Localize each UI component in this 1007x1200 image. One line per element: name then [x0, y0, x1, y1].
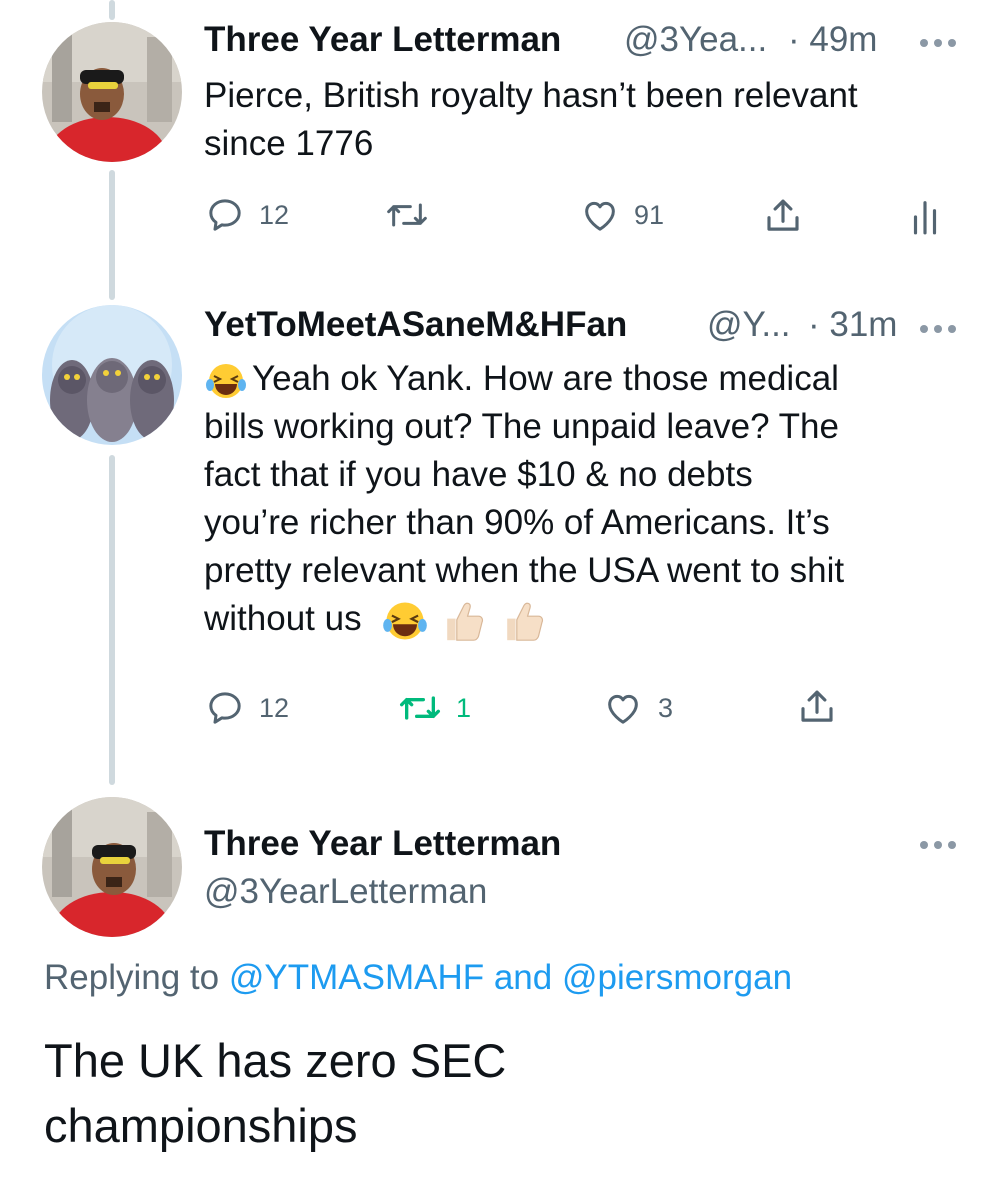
timestamp[interactable]: · 49m — [788, 20, 877, 60]
thread-line — [109, 0, 115, 20]
tweet-text-line: The UK has zero SEC — [44, 1034, 507, 1087]
tweet-text-line: fact that if you have $10 & no debts — [204, 455, 753, 494]
author-handle[interactable]: @3YearLetterman — [204, 872, 487, 912]
like-icon — [585, 201, 615, 231]
tweet-text-line: Yeah ok Yank. How are those medical — [252, 359, 839, 398]
avatar[interactable] — [42, 22, 182, 162]
thread-line — [109, 170, 115, 300]
retweet-button[interactable] — [385, 195, 443, 235]
thumbs-up-emoji — [447, 602, 484, 641]
more-icon[interactable] — [920, 836, 964, 850]
like-count: 3 — [658, 692, 674, 723]
share-button[interactable] — [796, 686, 838, 728]
retweet-icon — [399, 696, 440, 720]
analytics-icon — [913, 201, 937, 235]
reply-icon — [209, 692, 241, 724]
author-handle[interactable]: @3Yea... — [624, 20, 767, 60]
reply-icon — [209, 199, 241, 231]
reply-button[interactable]: 12 — [205, 688, 289, 728]
mention-link[interactable]: @piersmorgan — [562, 958, 792, 997]
replying-to: Replying to @YTMASMAHF and @piersmorgan — [44, 958, 792, 998]
replying-prefix: Replying to — [44, 958, 220, 997]
thumbs-up-emoji — [506, 602, 543, 641]
replying-and[interactable]: and — [494, 958, 552, 997]
author-handle[interactable]: @Y... — [707, 305, 791, 345]
tweet-text-line: since 1776 — [204, 124, 374, 163]
reply-button[interactable]: 12 — [205, 195, 289, 235]
like-count: 91 — [634, 199, 665, 230]
author-name[interactable]: YetToMeetASaneM&HFan — [204, 305, 627, 345]
tweet-text: The UK has zero SEC championships — [44, 1028, 506, 1158]
tweet-text-line: championships — [44, 1099, 358, 1152]
retweet-icon — [387, 203, 427, 227]
tweet-text: Yeah ok Yank. How are those medical bill… — [204, 355, 844, 645]
reply-count: 12 — [259, 692, 290, 723]
laughing-emoji — [383, 602, 428, 640]
more-icon[interactable] — [920, 320, 964, 334]
timestamp[interactable]: · 31m — [808, 305, 897, 345]
author-name[interactable]: Three Year Letterman — [204, 20, 561, 60]
tweet-text-line: without us — [204, 599, 362, 638]
laughing-emoji — [206, 363, 246, 398]
analytics-button[interactable] — [910, 198, 940, 236]
more-icon[interactable] — [920, 34, 964, 48]
mention-link[interactable]: @YTMASMAHF — [229, 958, 484, 997]
reply-count: 12 — [259, 199, 290, 230]
tweet-text-line: Pierce, British royalty hasn’t been rele… — [204, 76, 858, 115]
like-button[interactable]: 91 — [580, 195, 664, 235]
like-button[interactable]: 3 — [602, 688, 673, 728]
tweet-text: Pierce, British royalty hasn’t been rele… — [204, 72, 858, 168]
share-icon — [767, 199, 799, 231]
tweet-text-line: you’re richer than 90% of Americans. It’… — [204, 503, 830, 542]
tweet-text-line: pretty relevant when the USA went to shi… — [204, 551, 845, 590]
like-icon — [608, 694, 638, 724]
retweet-button[interactable]: 1 — [398, 688, 471, 728]
thread-line — [109, 455, 115, 785]
share-icon — [801, 690, 833, 722]
retweet-count: 1 — [456, 692, 472, 723]
avatar[interactable] — [42, 797, 182, 937]
author-name[interactable]: Three Year Letterman — [204, 824, 561, 864]
share-button[interactable] — [762, 195, 804, 237]
avatar[interactable] — [42, 305, 182, 445]
tweet-text-line: bills working out? The unpaid leave? The — [204, 407, 839, 446]
